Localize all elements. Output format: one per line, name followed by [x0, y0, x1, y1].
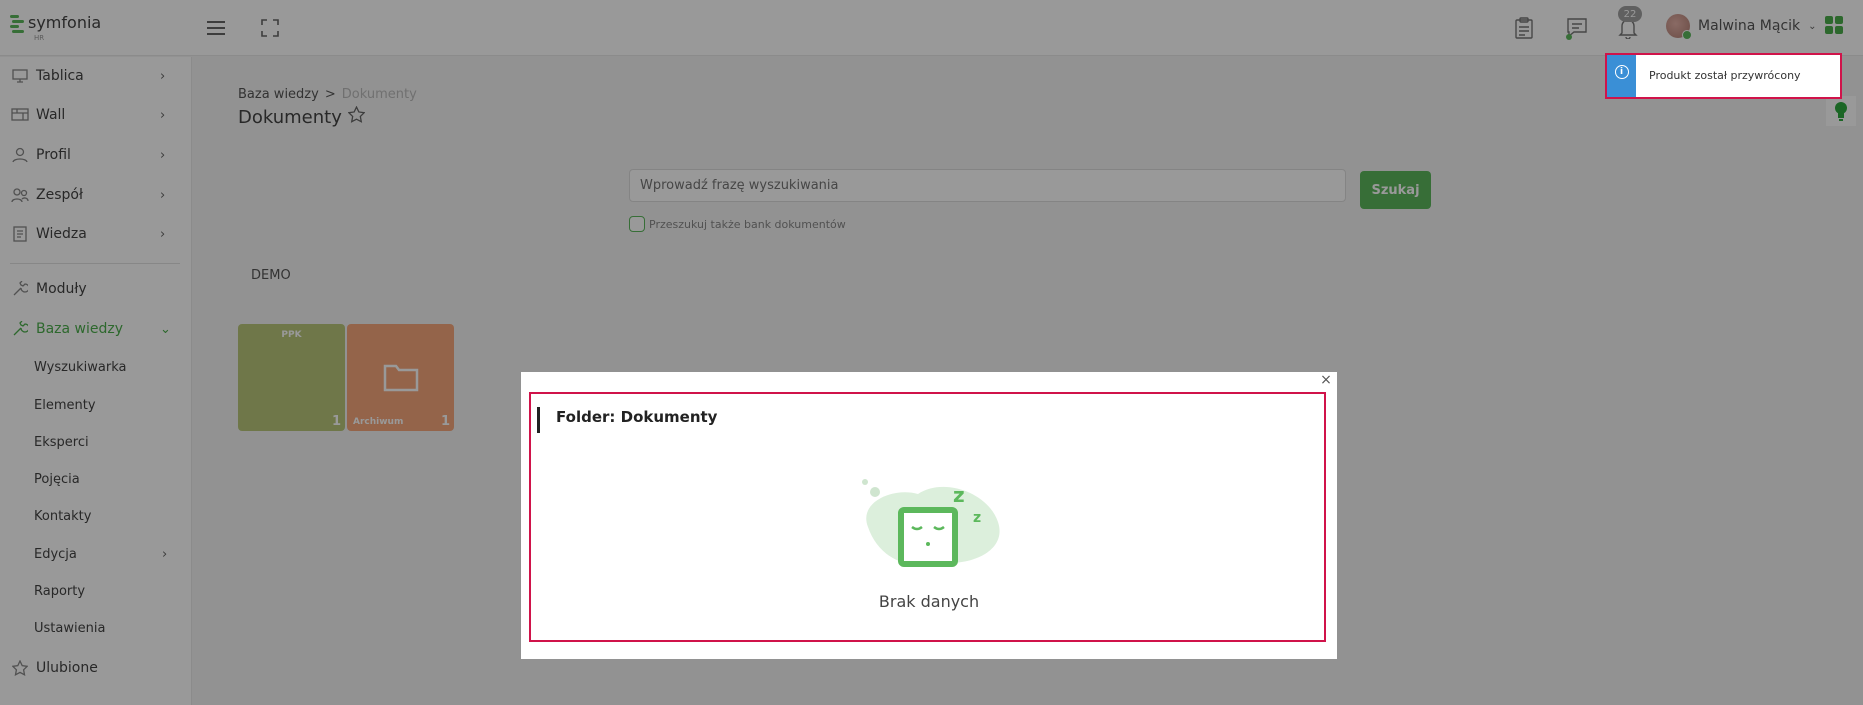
empty-state-text: Brak danych: [878, 592, 980, 611]
toast-notification[interactable]: i Produkt został przywrócony: [1605, 53, 1842, 99]
modal-title-bar: [537, 407, 540, 433]
close-icon[interactable]: ×: [1318, 372, 1334, 388]
svg-text:z: z: [973, 510, 981, 526]
folder-modal: × Folder: Dokumenty z z Brak danych: [521, 372, 1337, 659]
svg-text:z: z: [953, 483, 965, 507]
modal-title: Folder: Dokumenty: [556, 408, 718, 426]
info-icon: i: [1607, 55, 1636, 97]
empty-state-sleeping-box-icon: z z: [848, 472, 1008, 586]
toast-text: Produkt został przywrócony: [1649, 69, 1801, 82]
